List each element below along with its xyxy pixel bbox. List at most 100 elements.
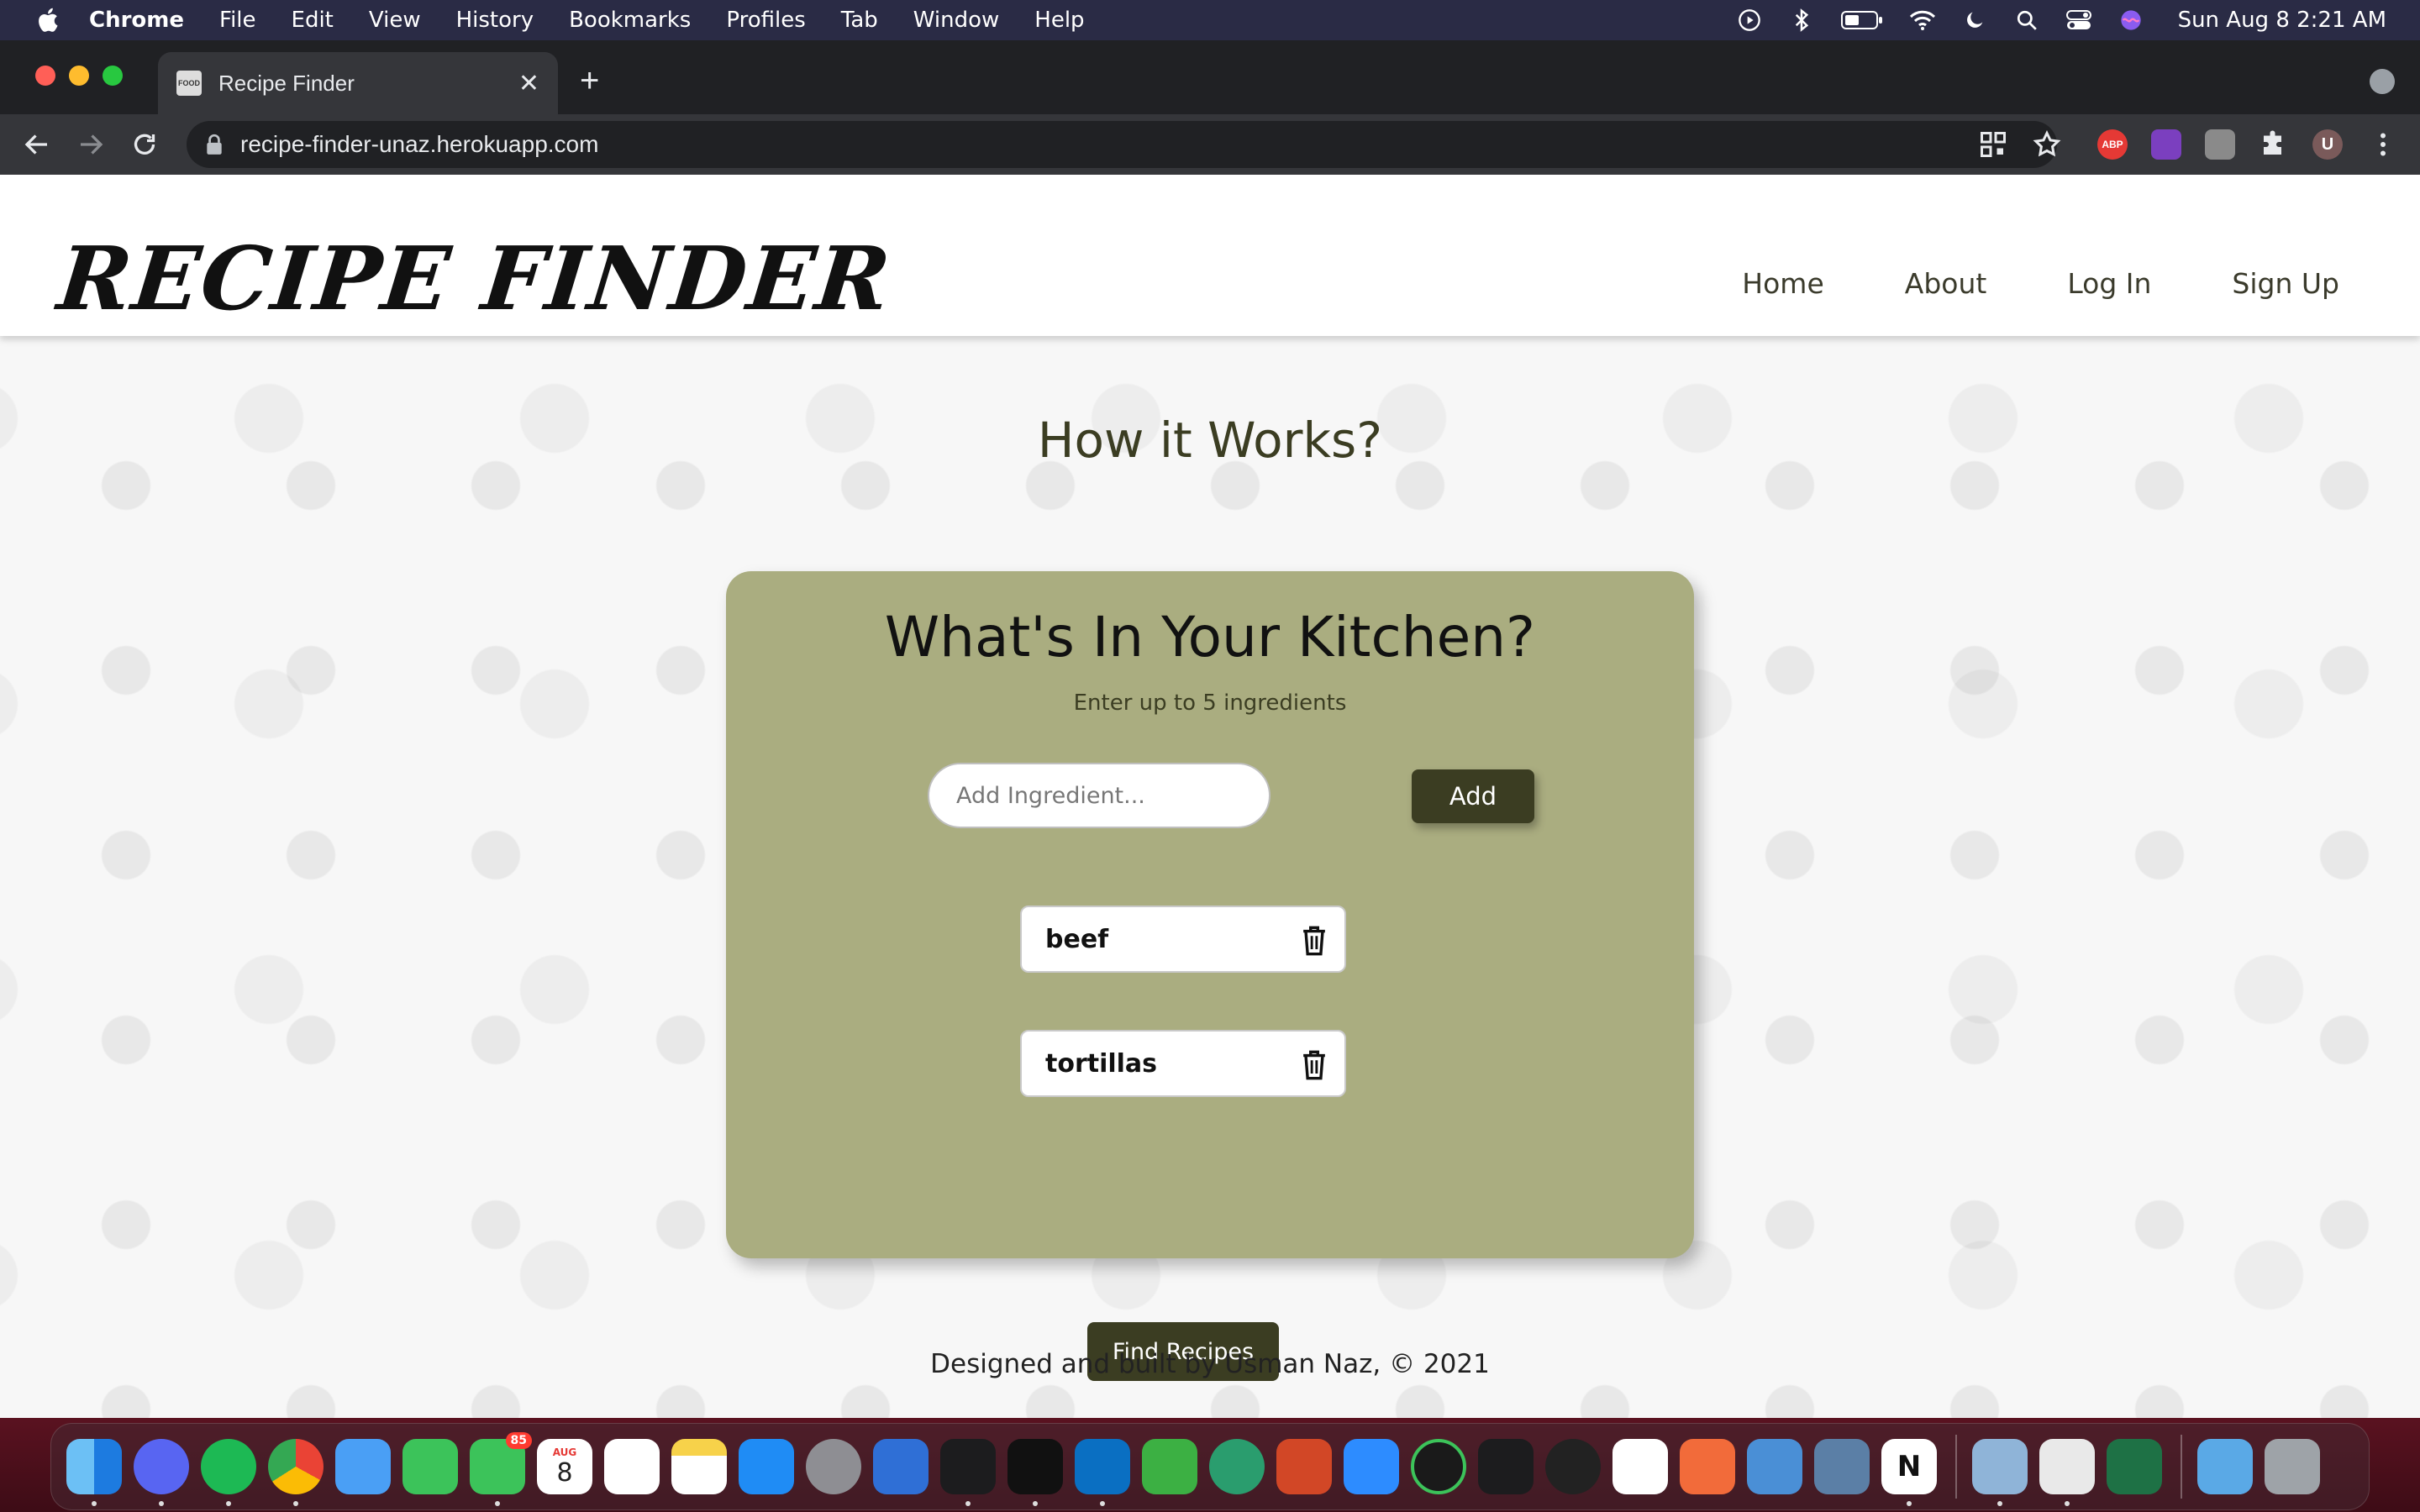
nav-about-link[interactable]: About (1905, 267, 1987, 300)
trash-icon[interactable] (1299, 924, 1329, 958)
site-header: Recipe Finder Home About Log In Sign Up (0, 175, 2420, 336)
pages-icon[interactable] (1612, 1439, 1668, 1494)
ingredient-input[interactable] (928, 763, 1270, 828)
site-footer: Designed and built by Usman Naz, © 2021 (930, 1349, 1490, 1379)
tab-search-icon[interactable] (2370, 69, 2395, 94)
url-text[interactable]: recipe-finder-unaz.herokuapp.com (240, 131, 598, 158)
pencil-app-icon[interactable] (1680, 1439, 1735, 1494)
messages-badge: 85 (505, 1432, 532, 1449)
siri-icon[interactable] (2118, 7, 2144, 34)
trash-bin-icon[interactable] (2265, 1439, 2320, 1494)
menu-help[interactable]: Help (1034, 8, 1084, 33)
vim-icon[interactable] (1142, 1439, 1197, 1494)
purple-extension-icon[interactable] (2151, 129, 2181, 160)
facetime-icon[interactable] (402, 1439, 458, 1494)
menubar-clock[interactable]: Sun Aug 8 2:21 AM (2178, 8, 2386, 33)
spotify-icon[interactable] (201, 1439, 256, 1506)
wifi-icon[interactable] (1909, 7, 1936, 34)
chrome-icon[interactable] (268, 1439, 324, 1506)
menu-view[interactable]: View (369, 8, 421, 33)
nav-home-link[interactable]: Home (1742, 267, 1823, 300)
kitchen-card-title: What's In Your Kitchen? (884, 605, 1536, 669)
bluetooth-icon[interactable] (1788, 7, 1815, 34)
gray-extension-icon[interactable] (2205, 129, 2235, 160)
menu-app-name[interactable]: Chrome (89, 8, 184, 33)
excel-icon[interactable] (2107, 1439, 2162, 1494)
adblock-plus-extension-icon[interactable]: ABP (2097, 129, 2128, 160)
trash-icon[interactable] (1299, 1048, 1329, 1082)
battery-icon[interactable] (1840, 7, 1884, 34)
app-store-icon[interactable] (739, 1439, 794, 1494)
reload-icon[interactable] (129, 129, 160, 160)
reminders-icon[interactable] (604, 1439, 660, 1494)
nav-signup-link[interactable]: Sign Up (2232, 267, 2339, 300)
browser-toolbar: recipe-finder-unaz.herokuapp.com ABP U (0, 114, 2420, 175)
calendar-month: AUG (552, 1446, 577, 1458)
downloads-folder-icon[interactable] (2197, 1439, 2253, 1494)
messages-icon[interactable]: 85 (470, 1432, 532, 1506)
menu-tab[interactable]: Tab (841, 8, 878, 33)
preview-icon[interactable] (1972, 1439, 2028, 1506)
ingredient-item: tortillas (1020, 1030, 1346, 1097)
apple-icon[interactable] (34, 5, 64, 35)
network-app-icon[interactable] (1209, 1439, 1265, 1494)
minimize-window-icon[interactable] (69, 66, 89, 86)
ingredient-name: tortillas (1045, 1048, 1158, 1079)
moon-icon[interactable] (1961, 7, 1988, 34)
clock-icon[interactable] (1545, 1439, 1601, 1494)
terminal-icon[interactable] (940, 1439, 996, 1506)
iterm-icon[interactable] (1007, 1439, 1063, 1506)
ingredient-name: beef (1045, 924, 1109, 954)
back-arrow-icon[interactable] (22, 129, 52, 160)
dock: 85 AUG 8 N (50, 1423, 2370, 1510)
close-window-icon[interactable] (35, 66, 55, 86)
menu-history[interactable]: History (456, 8, 534, 33)
dock-separator (2181, 1435, 2182, 1499)
xcode-icon[interactable] (873, 1439, 929, 1494)
postgres-icon[interactable] (1814, 1439, 1870, 1494)
discord-icon[interactable] (134, 1439, 189, 1506)
zoom-window-icon[interactable] (103, 66, 123, 86)
menu-edit[interactable]: Edit (292, 8, 334, 33)
tableplus-icon[interactable] (1747, 1439, 1802, 1494)
bookmark-star-icon[interactable] (2032, 129, 2062, 160)
spotlight-search-icon[interactable] (2013, 7, 2040, 34)
qr-code-icon[interactable] (1978, 129, 2008, 160)
profile-avatar-icon[interactable]: U (2312, 129, 2343, 160)
kitchen-card-subtitle: Enter up to 5 ingredients (1073, 690, 1347, 716)
play-icon[interactable] (1736, 7, 1763, 34)
puzzle-extensions-icon[interactable] (2259, 129, 2289, 160)
powerpoint-icon[interactable] (1276, 1439, 1332, 1494)
menu-file[interactable]: File (219, 8, 256, 33)
nav-login-link[interactable]: Log In (2067, 267, 2151, 300)
add-ingredient-button[interactable]: Add (1412, 769, 1534, 823)
forward-arrow-icon[interactable] (76, 129, 106, 160)
site-logo[interactable]: Recipe Finder (54, 227, 897, 330)
lock-icon[interactable] (205, 134, 224, 155)
chrome-menu-icon[interactable] (2368, 129, 2398, 160)
notes-icon[interactable] (671, 1439, 727, 1494)
activity-monitor-icon[interactable] (1478, 1439, 1534, 1494)
menu-window[interactable]: Window (913, 8, 1000, 33)
notion-icon[interactable]: N (1881, 1439, 1937, 1506)
menu-bookmarks[interactable]: Bookmarks (569, 8, 691, 33)
textedit-icon[interactable] (2039, 1439, 2095, 1506)
finder-icon[interactable] (66, 1439, 122, 1506)
vscode-icon[interactable] (1075, 1439, 1130, 1506)
zoom-icon[interactable] (1344, 1439, 1399, 1494)
how-it-works-heading[interactable]: How it Works? (0, 412, 2420, 469)
address-bar[interactable]: recipe-finder-unaz.herokuapp.com (187, 121, 2057, 168)
tab-close-icon[interactable]: ✕ (518, 69, 539, 98)
menu-bar: Chrome File Edit View History Bookmarks … (0, 0, 2420, 40)
calendar-day: 8 (556, 1457, 573, 1488)
control-center-icon[interactable] (2065, 7, 2092, 34)
mail-icon[interactable] (335, 1439, 391, 1494)
calendar-icon[interactable]: AUG 8 (537, 1439, 592, 1494)
tab-bar: FOOD Recipe Finder ✕ + (0, 40, 2420, 114)
web-page: Recipe Finder Home About Log In Sign Up … (0, 175, 2420, 1418)
activity-ring-icon[interactable] (1411, 1439, 1466, 1494)
browser-tab[interactable]: FOOD Recipe Finder ✕ (158, 52, 558, 114)
new-tab-icon[interactable]: + (580, 62, 599, 100)
system-preferences-icon[interactable] (806, 1439, 861, 1494)
menu-profiles[interactable]: Profiles (726, 8, 805, 33)
